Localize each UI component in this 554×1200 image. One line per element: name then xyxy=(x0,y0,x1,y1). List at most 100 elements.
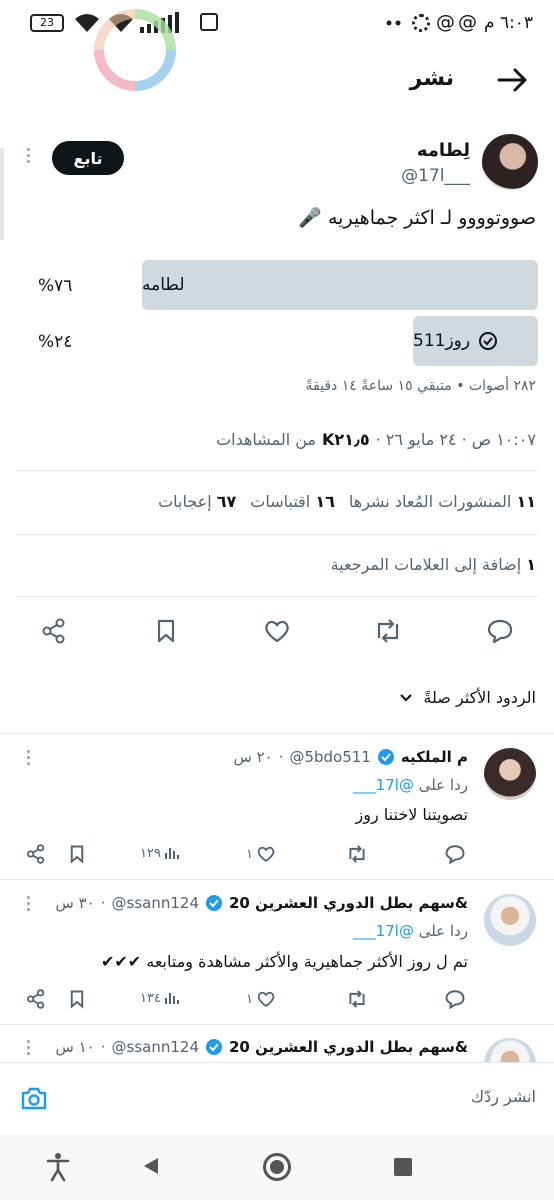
reply-bookmark-icon[interactable] xyxy=(68,989,86,1009)
reply-author-name[interactable]: &سهم بطل الدوري العشرين 20 xyxy=(229,1038,468,1056)
reply-views[interactable]: ١٢٩ xyxy=(140,845,180,861)
reply-author-name[interactable]: م الملكيه xyxy=(401,748,468,766)
quotes-stat[interactable]: ١٦ اقتباسات xyxy=(250,492,335,511)
reply-avatar[interactable] xyxy=(484,894,536,946)
verified-badge-icon xyxy=(377,748,395,766)
divider xyxy=(0,879,554,880)
bookmarks-label: إضافة إلى العلامات المرجعية xyxy=(330,555,522,574)
likes-stat[interactable]: ٦٧ إعجابات xyxy=(158,492,236,511)
heart-icon xyxy=(257,991,275,1008)
reply-likes-count: ١ xyxy=(246,991,253,1007)
battery-indicator: 23 xyxy=(30,14,64,32)
reply-more-menu-icon[interactable] xyxy=(22,1040,34,1058)
replying-to-label: ردا على xyxy=(418,776,468,794)
accessibility-icon[interactable] xyxy=(46,1152,70,1182)
camera-button[interactable] xyxy=(20,1085,48,1111)
reposts-count: ١١ xyxy=(516,492,536,511)
author-avatar[interactable] xyxy=(482,134,538,190)
author-name[interactable]: لِطامه xyxy=(417,140,470,161)
at-icon-2: @ xyxy=(458,11,477,33)
reply-author-name[interactable]: &سهم بطل الدوري العشرين 20 xyxy=(229,894,468,912)
divider xyxy=(16,534,538,535)
views-count: K٢١٫٥ xyxy=(321,430,370,449)
share-button[interactable] xyxy=(34,611,74,651)
back-button[interactable] xyxy=(494,62,530,98)
repost-button[interactable] xyxy=(368,611,408,651)
home-nav-icon[interactable] xyxy=(263,1153,291,1181)
replying-to-handle[interactable]: @17l___ xyxy=(353,776,414,794)
reply-more-menu-icon[interactable] xyxy=(22,750,34,768)
replying-to-label: ردا على xyxy=(418,922,468,940)
reply-comment-icon[interactable] xyxy=(444,844,466,864)
status-bar: 23 @ @ ٦:٠٣ م xyxy=(0,0,554,91)
reply-views-count: ١٢٩ xyxy=(140,845,161,861)
replying-to-handle[interactable]: @17l___ xyxy=(353,922,414,940)
post-meta: ١٠:٠٧ ص · ٢٤ مايو ٢٦ · K٢١٫٥ من المشاهدا… xyxy=(216,430,536,449)
reply-input[interactable]: انشر ردّك xyxy=(471,1087,536,1106)
at-icon: @ xyxy=(436,11,455,33)
reply-share-icon[interactable] xyxy=(26,844,46,864)
reply-like[interactable]: ١ xyxy=(246,845,276,863)
verified-badge-icon xyxy=(205,894,223,912)
heart-icon xyxy=(265,620,289,643)
poll-option-1-label: لطامه xyxy=(142,275,185,295)
edge-divider xyxy=(0,148,4,240)
quotes-label: اقتباسات xyxy=(250,492,311,511)
post-more-menu-icon[interactable] xyxy=(22,148,34,166)
replying-to: ردا على @17l___ xyxy=(353,922,468,940)
bookmark-button[interactable] xyxy=(146,611,186,651)
reply-bookmark-icon[interactable] xyxy=(68,844,86,864)
reply-composer: انشر ردّك xyxy=(0,1062,554,1134)
reply-time: ١٠ س xyxy=(55,1038,95,1056)
views-icon xyxy=(164,848,179,859)
reply-views-count: ١٣٤ xyxy=(140,990,161,1006)
repost-icon xyxy=(377,619,399,643)
quotes-count: ١٦ xyxy=(315,492,335,511)
divider xyxy=(0,733,554,734)
reply-repost-icon[interactable] xyxy=(346,989,368,1009)
dots-icon xyxy=(386,20,402,26)
author-handle[interactable]: @17l___ xyxy=(401,166,470,186)
post-text: صووتوووو لـ اكثر جماهيريه 🎤 xyxy=(298,207,536,229)
poll-option-2-percent: %٢٤ xyxy=(38,332,73,352)
reply-time: ٢٠ س xyxy=(233,748,273,766)
replying-to: ردا على @17l___ xyxy=(353,776,468,794)
post-stats: ١١ المنشورات المُعاد نشرها ١٦ اقتباسات ٦… xyxy=(158,492,536,511)
reply-header: &سهم بطل الدوري العشرين 20 @ssann124 · ١… xyxy=(55,1038,468,1056)
reply-handle[interactable]: @ssann124 xyxy=(112,894,199,912)
bookmarks-stat[interactable]: ١ إضافة إلى العلامات المرجعية xyxy=(331,555,536,574)
chevron-down-icon xyxy=(399,693,413,703)
like-button[interactable] xyxy=(257,611,297,651)
reply-text: تم ل روز الأكثر جماهيرية والأكثر مشاهدة … xyxy=(100,952,468,971)
likes-count: ٦٧ xyxy=(216,492,237,511)
poll-option-2-label: روز511 xyxy=(413,331,471,351)
reply-button[interactable] xyxy=(480,611,520,651)
reply-views[interactable]: ١٣٤ xyxy=(140,990,180,1006)
recents-nav-icon[interactable] xyxy=(394,1158,412,1176)
divider xyxy=(16,596,538,597)
status-time: ٦:٠٣ م xyxy=(484,13,534,33)
comment-icon xyxy=(487,619,513,644)
reply-comment-icon[interactable] xyxy=(444,989,466,1009)
page-title: نشر xyxy=(409,66,454,91)
reposts-stat[interactable]: ١١ المنشورات المُعاد نشرها xyxy=(349,492,536,511)
replies-sort-dropdown[interactable]: الردود الأكثر صلةً xyxy=(399,688,536,707)
reply-like[interactable]: ١ xyxy=(246,990,276,1008)
heart-icon xyxy=(257,846,275,863)
divider xyxy=(16,470,538,471)
reply-time: ٣٠ س xyxy=(55,894,95,912)
poll-option-2[interactable]: روز511 xyxy=(413,316,538,366)
reply-repost-icon[interactable] xyxy=(346,844,368,864)
reply-handle[interactable]: @ssann124 xyxy=(112,1038,199,1056)
likes-label: إعجابات xyxy=(158,492,212,511)
reply-more-menu-icon[interactable] xyxy=(22,896,34,914)
system-nav-bar xyxy=(0,1134,554,1200)
reply-avatar[interactable] xyxy=(484,748,536,800)
follow-button[interactable]: تابع xyxy=(52,141,124,175)
reply-handle[interactable]: @5bdo511 xyxy=(289,748,370,766)
reply-share-icon[interactable] xyxy=(26,989,46,1009)
bookmark-icon xyxy=(157,619,175,643)
views-label: من المشاهدات xyxy=(216,430,316,449)
back-nav-icon[interactable] xyxy=(142,1156,160,1176)
poll-option-1[interactable]: لطامه xyxy=(142,260,538,310)
